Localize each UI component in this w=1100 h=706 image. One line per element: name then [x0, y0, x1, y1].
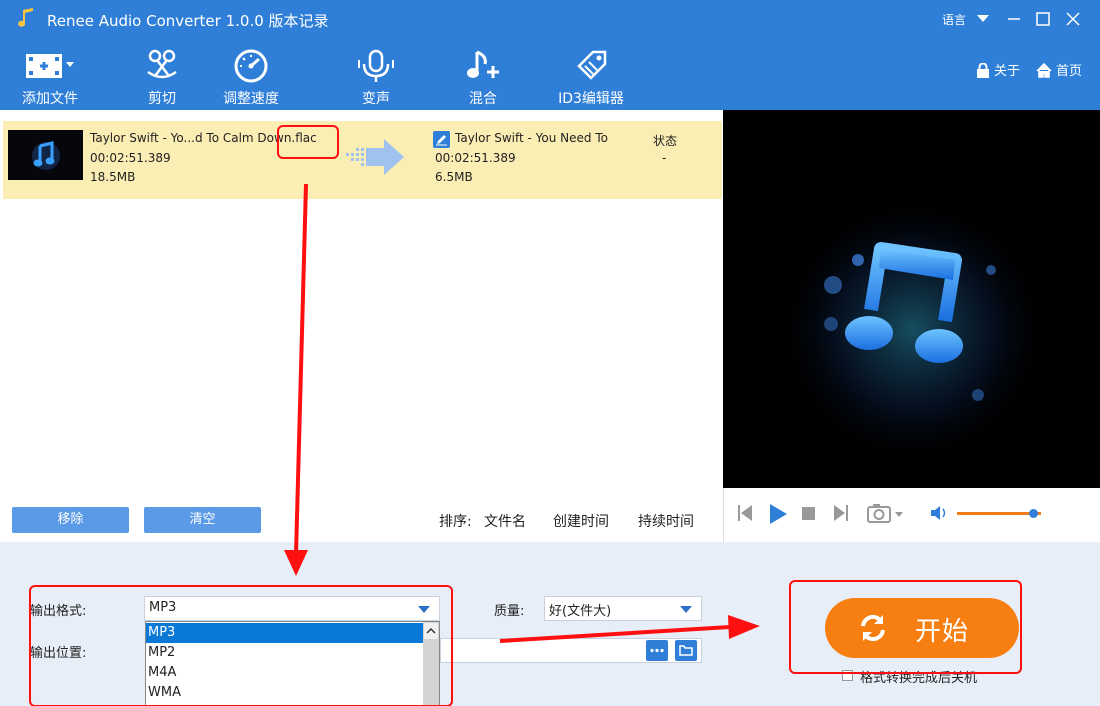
open-folder-button[interactable]: [675, 640, 697, 661]
id3-editor-label: ID3编辑器: [558, 91, 624, 107]
format-option-mp3[interactable]: MP3: [146, 623, 424, 643]
status-value: -: [662, 151, 667, 165]
music-artwork-icon: [723, 110, 1100, 488]
sort-label: 排序:: [439, 514, 472, 530]
file-row[interactable]: Taylor Swift - Yo...d To Calm Down.flac …: [3, 121, 722, 199]
chevron-down-icon: [680, 606, 692, 613]
output-format-label: 输出格式:: [30, 604, 87, 619]
adjust-speed-label: 调整速度: [223, 91, 279, 107]
add-video-icon: [26, 54, 74, 78]
quality-label: 质量:: [494, 604, 525, 619]
about-button[interactable]: 关于: [976, 60, 1020, 79]
volume-knob[interactable]: [1029, 509, 1038, 518]
toolbar: 添加文件 剪切 调整速度 变声 混合 ID3编辑器 关于 首页: [0, 38, 1100, 110]
home-icon: [1036, 62, 1052, 78]
language-menu[interactable]: 语言: [942, 11, 966, 28]
output-size: 6.5MB: [435, 170, 473, 184]
play-icon[interactable]: [768, 503, 788, 525]
home-label: 首页: [1056, 64, 1083, 79]
format-dropdown-list: MP3 MP2 M4A WMA: [145, 621, 440, 706]
format-option-wma[interactable]: WMA: [146, 683, 424, 703]
language-caret-icon[interactable]: [977, 15, 989, 22]
edit-filename-icon[interactable]: [433, 131, 450, 148]
source-file-name: Taylor Swift - Yo...d To Calm Down.flac: [90, 131, 317, 145]
home-button[interactable]: 首页: [1036, 60, 1082, 79]
sort-by-duration[interactable]: 持续时间: [638, 511, 694, 531]
maximize-icon[interactable]: [1030, 6, 1056, 32]
audio-thumbnail-icon: [8, 130, 83, 180]
mix-notes-icon: [467, 50, 499, 78]
folder-icon: [679, 645, 693, 656]
quality-value: 好(文件大): [549, 604, 612, 619]
status-header: 状态: [653, 134, 678, 148]
about-label: 关于: [994, 64, 1021, 79]
remove-button[interactable]: 移除: [12, 507, 129, 533]
start-button[interactable]: 开始: [825, 598, 1019, 658]
clear-button[interactable]: 清空: [144, 507, 261, 533]
source-duration: 00:02:51.389: [90, 151, 171, 165]
adjust-speed-button[interactable]: 调整速度: [218, 38, 284, 110]
scissors-icon: [147, 49, 177, 79]
chevron-down-icon: [418, 606, 430, 613]
refresh-icon: [861, 614, 885, 642]
voice-change-button[interactable]: 变声: [350, 38, 402, 110]
start-label: 开始: [915, 617, 970, 647]
voice-change-label: 变声: [362, 91, 390, 107]
cut-button[interactable]: 剪切: [133, 38, 191, 110]
volume-icon[interactable]: [930, 505, 948, 521]
source-size: 18.5MB: [90, 170, 136, 184]
app-title: Renee Audio Converter 1.0.0 版本记录: [47, 12, 329, 30]
snapshot-icon[interactable]: [867, 503, 907, 523]
output-duration: 00:02:51.389: [435, 151, 516, 165]
title-bar: Renee Audio Converter 1.0.0 版本记录 语言: [0, 0, 1100, 38]
add-file-label: 添加文件: [22, 91, 78, 107]
shutdown-label: 格式转换完成后关机: [860, 671, 978, 686]
tag-edit-icon: [577, 50, 607, 80]
output-location-label: 输出位置:: [30, 646, 87, 661]
next-icon[interactable]: [833, 503, 849, 523]
cut-label: 剪切: [148, 91, 176, 107]
browse-more-button[interactable]: [646, 640, 668, 661]
player-controls: [723, 488, 1100, 542]
sort-by-created-time[interactable]: 创建时间: [553, 511, 609, 531]
output-file-name[interactable]: Taylor Swift - You Need To: [455, 131, 608, 145]
lock-icon: [977, 62, 989, 78]
add-file-button[interactable]: 添加文件: [12, 38, 88, 110]
scroll-up-icon[interactable]: [424, 623, 438, 639]
format-option-m4a[interactable]: M4A: [146, 663, 424, 683]
sort-by-filename[interactable]: 文件名: [484, 511, 526, 531]
dropdown-scrollbar[interactable]: [423, 622, 439, 705]
mix-label: 混合: [469, 91, 497, 107]
more-dots-icon: [650, 648, 664, 653]
id3-editor-button[interactable]: ID3编辑器: [556, 38, 626, 110]
shutdown-checkbox[interactable]: [842, 670, 853, 681]
speedometer-icon: [234, 49, 268, 83]
output-settings-panel: 输出格式: MP3 MP3 MP2 M4A WMA 输出位置: 质量: 好(文件…: [0, 542, 1100, 706]
format-option-mp2[interactable]: MP2: [146, 643, 424, 663]
microphone-icon: [358, 49, 394, 82]
previous-icon[interactable]: [737, 503, 753, 523]
file-list: Taylor Swift - Yo...d To Calm Down.flac …: [0, 110, 722, 542]
output-format-select[interactable]: MP3: [144, 596, 440, 621]
preview-pane: [723, 110, 1100, 488]
quality-select[interactable]: 好(文件大): [544, 596, 702, 621]
output-format-value: MP3: [149, 600, 177, 615]
music-note-logo-icon: [18, 8, 33, 27]
close-icon[interactable]: [1060, 6, 1086, 32]
minimize-icon[interactable]: [1001, 6, 1027, 32]
stop-icon[interactable]: [802, 507, 815, 520]
convert-arrow-icon: [346, 139, 404, 175]
mix-button[interactable]: 混合: [462, 38, 504, 110]
